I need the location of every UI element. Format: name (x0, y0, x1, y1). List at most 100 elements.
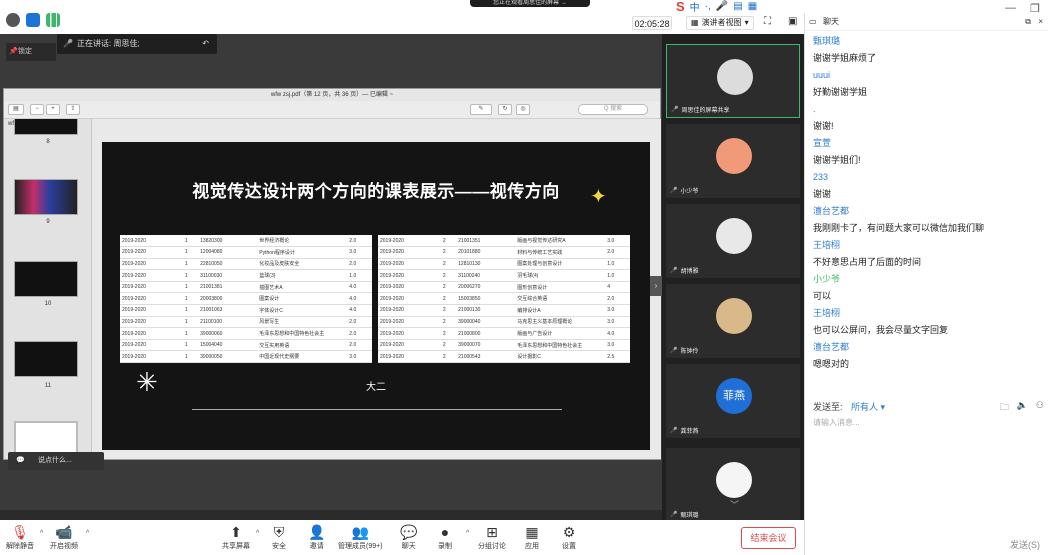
chat-sender[interactable]: 王培栩 (813, 237, 1043, 254)
thumbnail-page-9[interactable] (14, 179, 78, 215)
audio-options-caret[interactable]: ^ (40, 530, 43, 537)
record-icon: ● (440, 524, 450, 540)
share-screen-label: 共享屏幕 (222, 543, 250, 550)
chat-sender[interactable]: 澶台艺都 (813, 203, 1043, 220)
table-cell: 交互实用英语 (257, 339, 348, 352)
table-cell: 1 (182, 316, 199, 329)
pdf-toolbar: ▤ − + ⇪ ✎ ↻ ◎ Q 搜索 (4, 101, 660, 119)
participant-tile[interactable]: 🎤 小少爷 (666, 124, 800, 198)
table-cell: 1 (182, 269, 199, 282)
pdf-viewer-window: wfw zsj.pdf（第 12 页，共 36 页）— 已编辑 ~ ▤ − + … (3, 88, 661, 460)
table-cell: 2019-2020 (378, 316, 441, 329)
say-something-input[interactable]: 💬 说点什么... (8, 452, 104, 470)
recipient-select[interactable]: 所有人 ▾ (851, 402, 885, 412)
table-row: 2019-2020 1 21001063 字体设计C 4.0 (120, 304, 372, 317)
ime-keyboard-icon[interactable]: ▤ (733, 1, 742, 12)
share-screen-icon: ⬆ (230, 524, 242, 540)
table-cell: 羽毛球(4) (515, 269, 606, 282)
chat-sender[interactable]: 小少爷 (813, 271, 1043, 288)
chat-label: 聊天 (401, 543, 416, 550)
markup-button[interactable]: ✎ (470, 104, 492, 115)
lock-button[interactable]: 📌 锁定 (6, 43, 56, 61)
table-cell: 1 (182, 292, 199, 306)
chat-sender[interactable]: 宣萱 (813, 135, 1043, 152)
chat-sender[interactable]: uuui (813, 67, 1043, 84)
chat-sender[interactable]: 澶台艺都 (813, 339, 1043, 356)
share-options-caret[interactable]: ^ (256, 530, 259, 537)
table-cell: 2.0 (347, 258, 372, 271)
security-button[interactable]: ⛨ 安全 (272, 524, 286, 551)
view-switch-button[interactable]: ▦ 演讲者视图 ▾ (686, 16, 754, 30)
fullscreen-icon[interactable]: ⛶ (764, 16, 771, 27)
chat-message-text: 谢谢学姐麻烦了 (813, 53, 877, 63)
record-button[interactable]: ● 录制 (438, 524, 452, 551)
chat-message-text: 不好意思占用了后面的时间 (813, 257, 922, 267)
chat-message-input[interactable]: 请输入消息... (813, 417, 860, 428)
table-cell: 13820300 (198, 235, 258, 248)
thumbnail-page-11[interactable] (14, 341, 78, 377)
breakout-button[interactable]: ⊞ 分组讨论 (478, 524, 506, 551)
settings-button[interactable]: ⚙ 设置 (562, 524, 576, 551)
share-screen-button[interactable]: ⬆ 共享屏幕 (222, 524, 250, 551)
zoom-in-button[interactable]: + (46, 104, 60, 115)
table-cell: 4.0 (347, 304, 372, 317)
send-button[interactable]: 发送(S) (1010, 538, 1040, 551)
popout-icon[interactable]: ⧉ (1025, 13, 1031, 31)
table-cell: 2019-2020 (378, 292, 441, 306)
apps-button[interactable]: ▦ 应用 (525, 524, 539, 551)
thumbnail-page-8[interactable] (14, 119, 78, 135)
annotate-button[interactable]: ◎ (516, 104, 530, 115)
speaking-indicator: 🎤 正在讲话: 周思佳; ↶ (57, 34, 217, 54)
participant-tile[interactable]: 🎤 胡博雅 (666, 204, 800, 278)
camera-off-icon: 📹 (55, 524, 73, 540)
mic-muted-icon: 🎤 (670, 188, 678, 194)
collapse-gallery-button[interactable]: › (650, 276, 662, 296)
zoom-out-button[interactable]: − (30, 104, 44, 115)
table-cell: 20003800 (198, 292, 258, 306)
chat-sender[interactable]: . (813, 101, 1043, 118)
table-cell: 2 (440, 235, 457, 248)
thumbnail-number: 10 (44, 301, 52, 307)
chat-button[interactable]: 💬 聊天 (400, 524, 417, 551)
chat-sender[interactable]: 甄琪璐 (813, 33, 1043, 50)
back-arrow-icon[interactable]: ↶ (202, 34, 209, 54)
file-icon[interactable]: 🗀 (1000, 400, 1009, 416)
audio-icon[interactable]: 🔈 (1017, 400, 1028, 416)
participant-tile[interactable]: 🎤 陈钟伶 (666, 284, 800, 358)
info-icon[interactable] (6, 13, 20, 27)
video-options-caret[interactable]: ^ (86, 530, 89, 537)
breakout-label: 分组讨论 (478, 543, 506, 550)
table-cell: 材料与传统工艺实践 (515, 246, 606, 259)
people-icon[interactable]: ⚇ (1036, 400, 1044, 416)
pdf-search-input[interactable]: Q 搜索 (578, 104, 648, 115)
table-cell: 插图艺术A (257, 281, 348, 294)
participant-name: 周思佳的屏幕共享 (681, 108, 730, 114)
ime-punct[interactable]: ·, (705, 1, 711, 12)
unmute-button[interactable]: 🎙 解除静音 (6, 524, 34, 551)
sidebar-toggle-button[interactable]: ▤ (8, 104, 24, 115)
table-cell: 2.0 (347, 235, 372, 248)
shield-icon[interactable] (26, 13, 40, 27)
start-video-button[interactable]: 📹 开启视频 (50, 524, 78, 551)
ime-mic-icon[interactable]: 🎤 (716, 1, 728, 12)
record-options-caret[interactable]: ^ (466, 530, 469, 537)
panel-toggle-icon[interactable]: ▣ (788, 16, 797, 27)
thumbnail-page-10[interactable] (14, 261, 78, 297)
manage-members-button[interactable]: 👥 管理成员(99+) (338, 524, 383, 551)
rotate-button[interactable]: ↻ (498, 104, 512, 115)
chevron-down-icon[interactable]: ﹀ (730, 498, 739, 511)
share-pdf-button[interactable]: ⇪ (66, 104, 80, 115)
close-icon[interactable]: × (1038, 13, 1043, 31)
table-cell: 2019-2020 (378, 281, 441, 294)
chat-message-text: 谢谢 (813, 189, 832, 199)
end-meeting-button[interactable]: 结束会议 (741, 527, 796, 549)
participant-tile[interactable]: 🎤 周思佳的屏幕共享 (666, 44, 800, 118)
table-row: 2019-2020 2 20101880 材料与传统工艺实践 2.0 (378, 246, 630, 259)
share-banner[interactable]: 您正在观看周思佳的屏幕 → (470, 0, 590, 7)
participant-tile[interactable]: 菲燕 🎤 龚菲燕 (666, 364, 800, 438)
invite-button[interactable]: 👤 邀请 (308, 524, 325, 551)
chat-sender[interactable]: 233 (813, 169, 1043, 186)
ime-chinese[interactable]: 中 (690, 0, 700, 14)
chat-sender[interactable]: 王培栩 (813, 305, 1043, 322)
ime-grid-icon[interactable]: ▦ (748, 1, 757, 12)
